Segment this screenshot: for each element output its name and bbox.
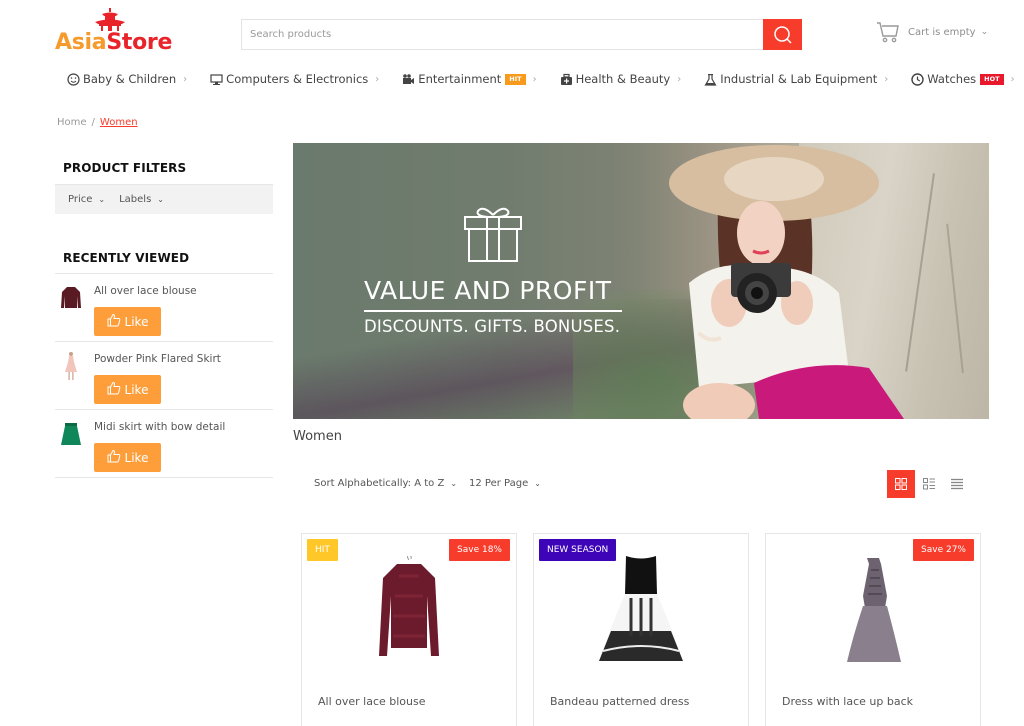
like-button[interactable]: Like — [94, 375, 161, 404]
hot-badge: HOT — [980, 73, 1004, 85]
product-name[interactable]: All over lace blouse — [318, 695, 426, 708]
search-button[interactable] — [763, 19, 802, 50]
list-item: Powder Pink Flared Skirt Like — [55, 342, 273, 410]
flask-icon — [704, 73, 717, 86]
promo-banner[interactable]: VALUE AND PROFIT DISCOUNTS. GIFTS. BONUS… — [293, 143, 989, 419]
list-grid-view-button[interactable] — [915, 470, 943, 498]
recently-viewed-title: RECENTLY VIEWED — [63, 251, 190, 265]
camera-icon — [402, 73, 415, 86]
like-button[interactable]: Like — [94, 443, 161, 472]
filter-price-dropdown[interactable]: Price ⌄ — [68, 194, 105, 205]
product-card[interactable]: Save 27% Dress with lace up back — [765, 533, 981, 726]
search-bar — [241, 19, 802, 50]
clock-icon — [911, 72, 924, 86]
banner-headline: VALUE AND PROFIT — [364, 276, 612, 305]
product-image[interactable] — [591, 556, 691, 671]
breadcrumb-current[interactable]: Women — [100, 117, 138, 128]
thumbs-up-icon — [107, 449, 121, 466]
gift-icon — [464, 207, 522, 262]
banner-divider — [364, 310, 622, 312]
banner-subline: DISCOUNTS. GIFTS. BONUSES. — [364, 317, 621, 336]
nav-item-baby-children[interactable]: Baby & Children › — [67, 72, 187, 86]
filters-bar: Price ⌄ Labels ⌄ — [55, 184, 273, 214]
category-title: Women — [293, 429, 342, 444]
recent-item-name[interactable]: Midi skirt with bow detail — [94, 421, 225, 433]
hit-label: HIT — [307, 539, 338, 561]
nav-item-entertainment[interactable]: Entertainment HIT › — [402, 72, 537, 86]
breadcrumb-home[interactable]: Home — [57, 117, 87, 128]
cart-button[interactable]: Cart is empty ⌄ — [876, 21, 988, 43]
category-nav: Baby & Children › Computers & Electronic… — [67, 70, 1024, 88]
logo[interactable]: AsiaStore — [55, 8, 173, 56]
list-grid-icon — [923, 478, 935, 490]
cart-icon — [877, 22, 899, 43]
thumbs-up-icon — [107, 313, 121, 330]
recently-viewed-list: All over lace blouse Like Powder Pink Fl… — [55, 273, 273, 478]
chevron-right-icon: › — [677, 73, 682, 85]
breadcrumb: Home / Women — [57, 117, 138, 128]
logo-text: AsiaStore — [55, 30, 173, 55]
chevron-down-icon: ⌄ — [450, 479, 458, 488]
recent-item-name[interactable]: All over lace blouse — [94, 285, 197, 297]
list-icon — [951, 478, 963, 490]
recent-item-name[interactable]: Powder Pink Flared Skirt — [94, 353, 221, 365]
grid-icon — [895, 478, 907, 490]
nav-item-computers-electronics[interactable]: Computers & Electronics › — [210, 72, 379, 86]
nav-item-industrial-lab[interactable]: Industrial & Lab Equipment › — [704, 72, 888, 86]
monitor-icon — [210, 73, 223, 86]
nav-item-health-beauty[interactable]: Health & Beauty › — [560, 72, 682, 86]
product-card[interactable]: HIT Save 18% All over lace blouse — [301, 533, 517, 726]
product-grid: HIT Save 18% All over lace blouse NEW SE… — [301, 533, 981, 726]
grid-view-button[interactable] — [887, 470, 915, 498]
chevron-right-icon: › — [884, 73, 889, 85]
hit-badge: HIT — [505, 73, 526, 85]
chevron-right-icon: › — [183, 73, 188, 85]
product-thumbnail[interactable] — [59, 350, 83, 382]
chevron-right-icon: › — [1010, 73, 1015, 85]
breadcrumb-separator: / — [91, 117, 95, 128]
chevron-down-icon: ⌄ — [534, 479, 541, 488]
banner-model-image — [669, 145, 904, 419]
search-input[interactable] — [242, 20, 763, 49]
sort-dropdown[interactable]: Sort Alphabetically: A to Z ⌄ — [314, 478, 457, 489]
view-mode-toggle — [887, 470, 971, 498]
thumbs-up-icon — [107, 381, 121, 398]
chevron-down-icon: ⌄ — [157, 195, 164, 204]
chevron-down-icon: ⌄ — [98, 195, 106, 204]
smiley-icon — [67, 72, 80, 86]
product-image[interactable] — [823, 556, 923, 671]
pagoda-icon — [95, 8, 125, 31]
chevron-right-icon: › — [532, 73, 537, 85]
product-thumbnail[interactable] — [59, 418, 83, 450]
product-image[interactable] — [359, 556, 459, 671]
product-thumbnail[interactable] — [59, 282, 83, 314]
filter-labels-dropdown[interactable]: Labels ⌄ — [119, 194, 164, 205]
medkit-icon — [560, 73, 573, 86]
per-page-dropdown[interactable]: 12 Per Page ⌄ — [469, 478, 541, 489]
cart-label: Cart is empty — [908, 26, 976, 38]
list-item: Midi skirt with bow detail Like — [55, 410, 273, 478]
list-item: All over lace blouse Like — [55, 274, 273, 342]
product-name[interactable]: Dress with lace up back — [782, 695, 913, 708]
product-name[interactable]: Bandeau patterned dress — [550, 695, 689, 708]
like-button[interactable]: Like — [94, 307, 161, 336]
sort-controls: Sort Alphabetically: A to Z ⌄ 12 Per Pag… — [314, 478, 541, 489]
chevron-down-icon: ⌄ — [980, 27, 989, 37]
nav-item-watches[interactable]: Watches HOT › — [911, 72, 1015, 86]
product-filters-title: PRODUCT FILTERS — [63, 161, 187, 175]
chevron-right-icon: › — [375, 73, 380, 85]
search-icon — [773, 25, 792, 44]
list-view-button[interactable] — [943, 470, 971, 498]
product-card[interactable]: NEW SEASON Bandeau patterned dress — [533, 533, 749, 726]
